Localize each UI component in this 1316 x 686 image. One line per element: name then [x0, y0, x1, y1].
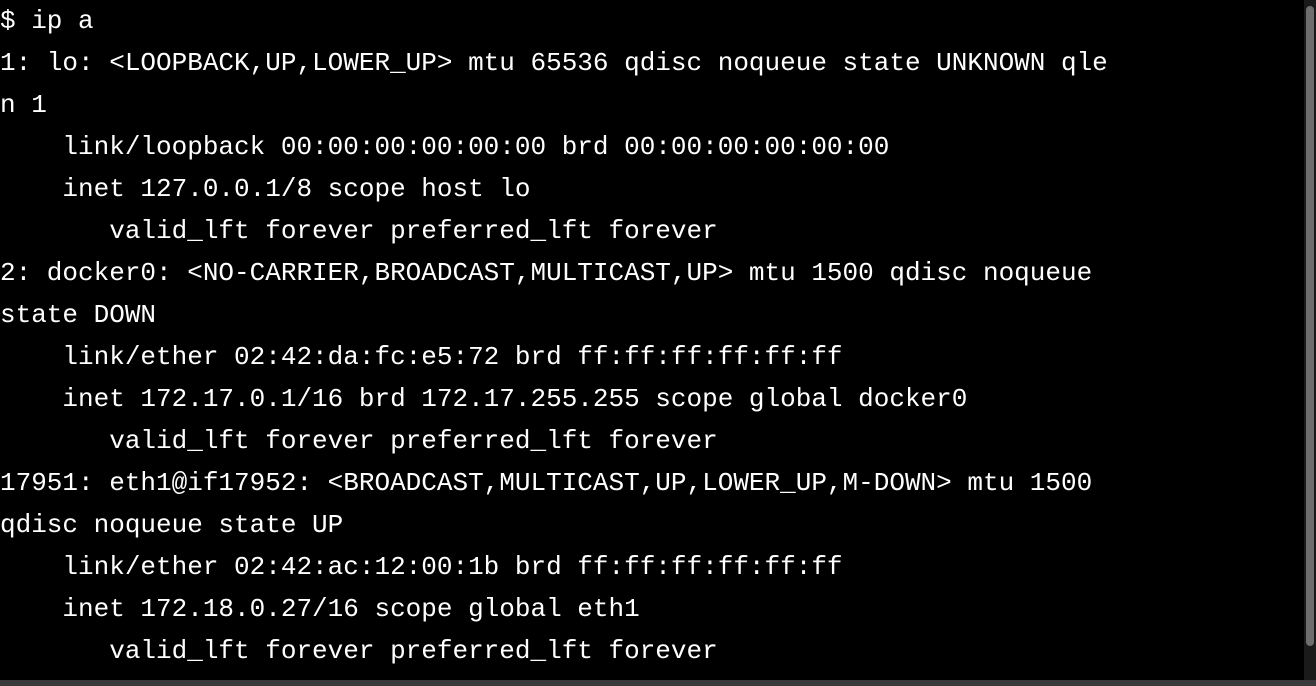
interface-docker0-header-wrap: state DOWN	[0, 300, 157, 330]
interface-lo-link: link/loopback 00:00:00:00:00:00 brd 00:0…	[0, 132, 890, 162]
window-bottom-edge	[0, 680, 1316, 686]
interface-lo-header-wrap: n 1	[0, 90, 47, 120]
scrollbar-track[interactable]	[1304, 0, 1316, 686]
interface-lo-header: 1: lo: <LOOPBACK,UP,LOWER_UP> mtu 65536 …	[0, 48, 1108, 78]
interface-docker0-inet: inet 172.17.0.1/16 brd 172.17.255.255 sc…	[0, 384, 968, 414]
interface-docker0-link: link/ether 02:42:da:fc:e5:72 brd ff:ff:f…	[0, 342, 843, 372]
command-prompt-line: $ ip a	[0, 6, 94, 36]
terminal-window[interactable]: $ ip a 1: lo: <LOOPBACK,UP,LOWER_UP> mtu…	[0, 0, 1316, 686]
interface-docker0-lifetime: valid_lft forever preferred_lft forever	[0, 426, 718, 456]
interface-eth1-lifetime: valid_lft forever preferred_lft forever	[0, 636, 718, 666]
interface-eth1-header: 17951: eth1@if17952: <BROADCAST,MULTICAS…	[0, 468, 1093, 498]
interface-lo-lifetime: valid_lft forever preferred_lft forever	[0, 216, 718, 246]
interface-lo-inet: inet 127.0.0.1/8 scope host lo	[0, 174, 531, 204]
scrollbar-thumb[interactable]	[1306, 6, 1314, 646]
terminal-output[interactable]: $ ip a 1: lo: <LOOPBACK,UP,LOWER_UP> mtu…	[0, 0, 1304, 680]
interface-eth1-header-wrap: qdisc noqueue state UP	[0, 510, 344, 540]
interface-eth1-inet: inet 172.18.0.27/16 scope global eth1	[0, 594, 640, 624]
interface-eth1-link: link/ether 02:42:ac:12:00:1b brd ff:ff:f…	[0, 552, 843, 582]
interface-docker0-header: 2: docker0: <NO-CARRIER,BROADCAST,MULTIC…	[0, 258, 1093, 288]
